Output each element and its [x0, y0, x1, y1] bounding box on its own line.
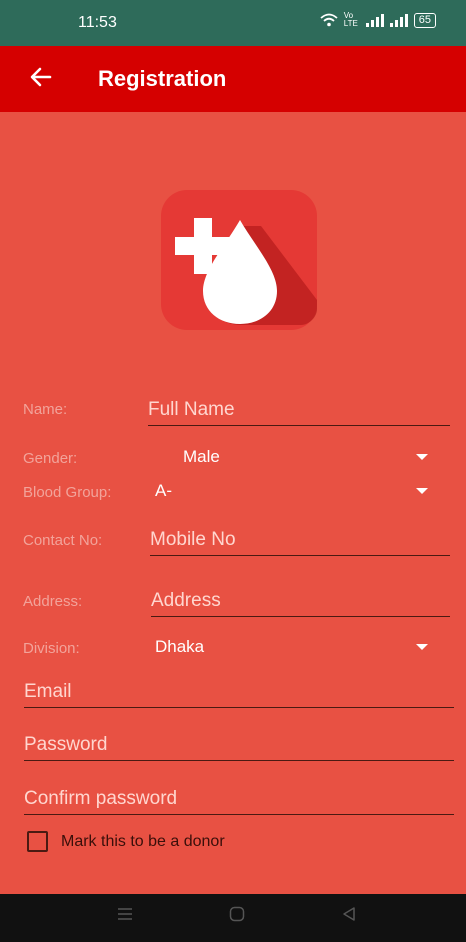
status-bar: 11:53 Vo LTE 65 — [0, 0, 466, 46]
dropdown-arrow-icon — [416, 454, 428, 460]
system-nav-bar — [0, 894, 466, 942]
donor-checkbox-row[interactable]: Mark this to be a donor — [27, 831, 225, 852]
network-type-label: Vo LTE — [343, 11, 358, 28]
signal-icon-2 — [389, 13, 408, 27]
donor-checkbox[interactable] — [27, 831, 48, 852]
blood-drop-logo-icon — [161, 190, 317, 330]
dropdown-arrow-icon — [416, 644, 428, 650]
full-name-input[interactable] — [148, 396, 450, 426]
gender-label: Gender: — [23, 450, 78, 467]
address-label: Address: — [23, 593, 83, 610]
app-bar: Registration — [0, 46, 466, 112]
contact-label: Contact No: — [23, 532, 103, 549]
blood-group-value: A- — [155, 481, 172, 500]
name-label: Name: — [23, 401, 68, 418]
wifi-icon — [320, 13, 338, 27]
gender-value: Male — [183, 447, 220, 466]
dropdown-arrow-icon — [416, 488, 428, 494]
blood-group-dropdown[interactable]: A- — [155, 481, 428, 505]
menu-icon[interactable] — [117, 906, 133, 922]
division-dropdown[interactable]: Dhaka — [155, 637, 428, 661]
mobile-number-input[interactable] — [150, 526, 450, 556]
signal-icon — [365, 13, 384, 27]
division-value: Dhaka — [155, 637, 205, 656]
arrow-left-icon[interactable] — [28, 64, 54, 90]
battery-icon: 65 — [413, 12, 436, 28]
confirm-password-input[interactable] — [24, 785, 454, 815]
home-icon[interactable] — [229, 906, 245, 922]
gender-dropdown[interactable]: Male — [183, 447, 428, 471]
status-icons: Vo LTE 65 — [320, 12, 436, 28]
email-input[interactable] — [24, 678, 454, 708]
address-input[interactable] — [151, 587, 450, 617]
status-time: 11:53 — [78, 14, 117, 31]
password-input[interactable] — [24, 731, 454, 761]
page-title: Registration — [98, 66, 227, 91]
back-triangle-icon[interactable] — [341, 906, 357, 922]
blood-group-label: Blood Group: — [23, 484, 112, 501]
donor-checkbox-label: Mark this to be a donor — [61, 832, 225, 850]
division-label: Division: — [23, 640, 80, 657]
